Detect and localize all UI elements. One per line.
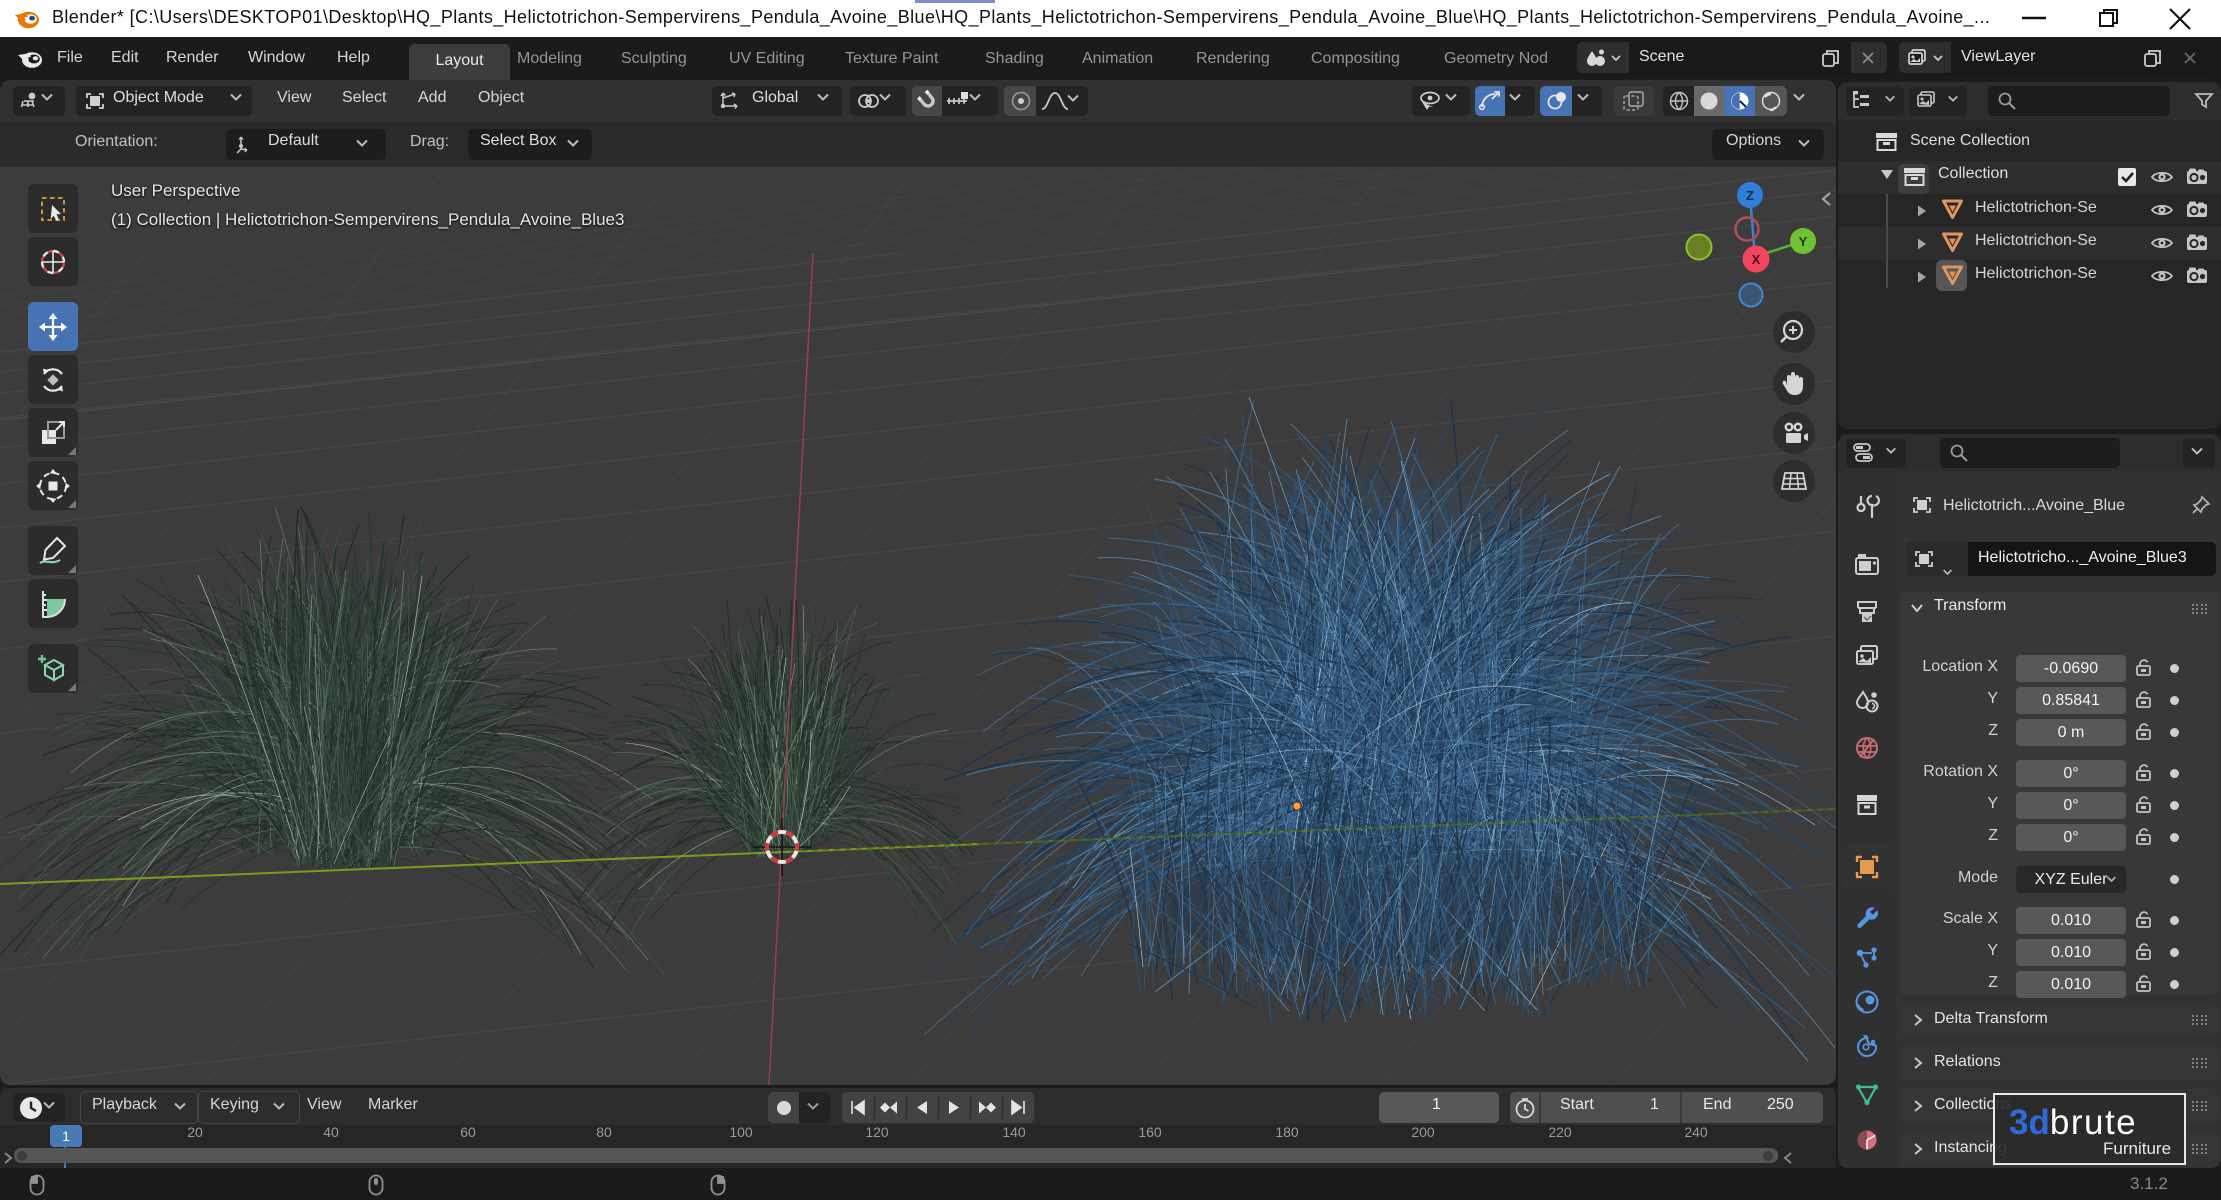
svg-text:X: X [1752,252,1761,267]
svg-text:Y: Y [1799,234,1808,249]
svg-text:Z: Z [1746,188,1754,203]
